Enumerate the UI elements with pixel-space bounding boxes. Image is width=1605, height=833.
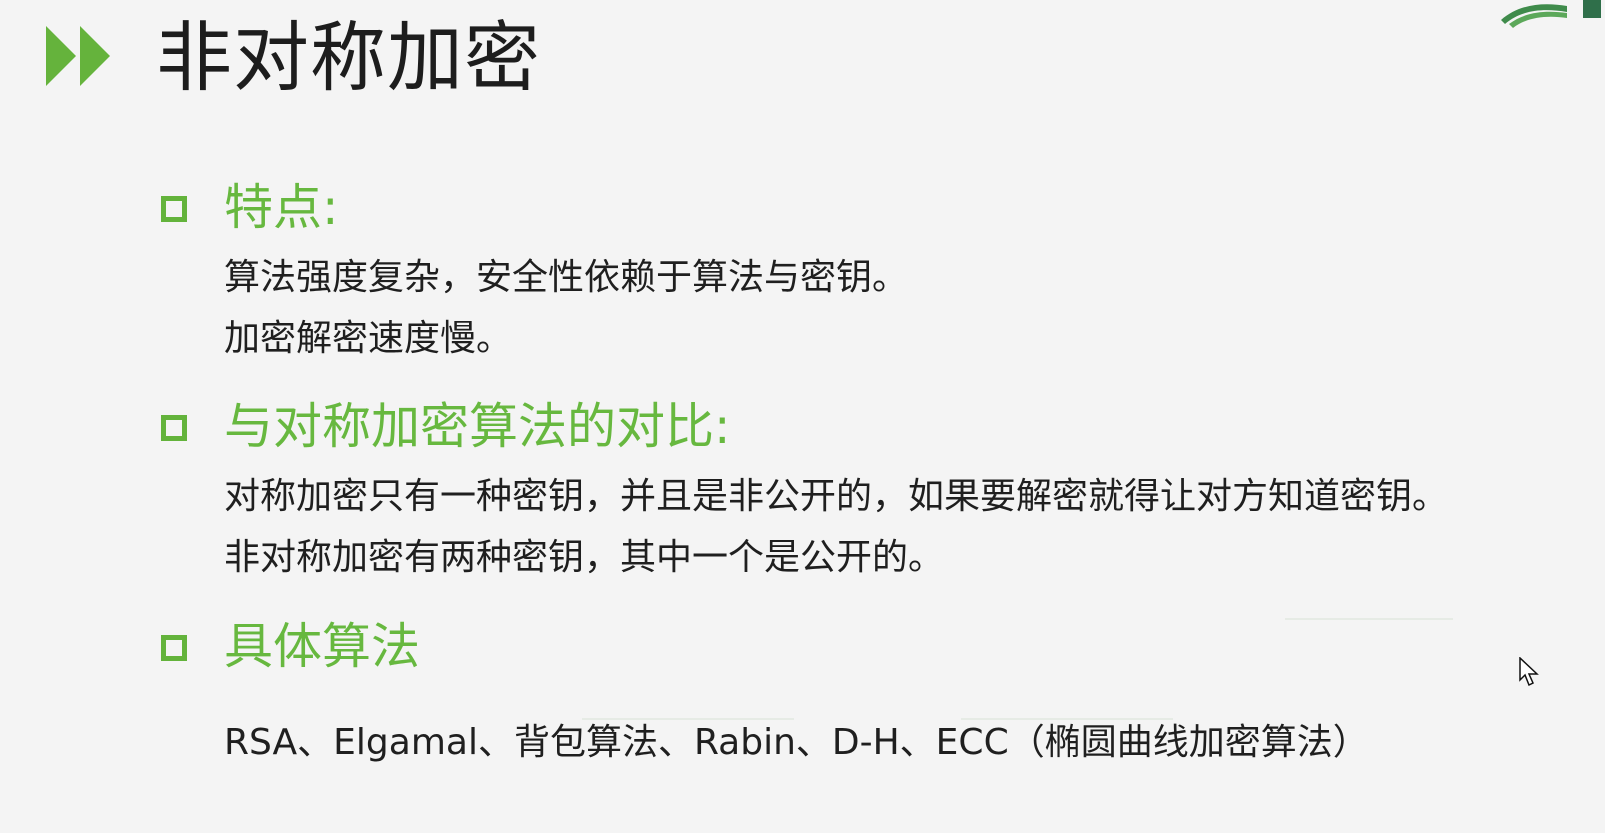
section-line: RSA、Elgamal、背包算法、Rabin、D-H、ECC（椭圆曲线加密算法） [224, 722, 1369, 763]
hollow-square-icon [161, 415, 187, 441]
section-heading: 特点: [224, 179, 339, 236]
hollow-square-icon [161, 196, 187, 222]
section-line: 非对称加密有两种密钥，其中一个是公开的。 [224, 537, 945, 578]
mouse-pointer-icon [1519, 657, 1539, 687]
section-heading: 与对称加密算法的对比: [224, 398, 731, 455]
section-line: 对称加密只有一种密钥，并且是非公开的，如果要解密就得让对方知道密钥。 [224, 476, 1449, 517]
section-line: 加密解密速度慢。 [224, 318, 513, 359]
slide-title: 非对称加密 [156, 13, 541, 102]
hollow-square-icon [161, 635, 187, 661]
double-triangle-icon [46, 26, 110, 86]
decorative-line [582, 718, 794, 720]
decorative-line [961, 718, 1173, 720]
section-heading: 具体算法 [224, 618, 421, 675]
slide: 非对称加密 特点: 算法强度复杂，安全性依赖于算法与密钥。 加密解密速度慢。 与… [0, 0, 1605, 833]
logo-fragment-icon [1501, 0, 1601, 28]
section-line: 算法强度复杂，安全性依赖于算法与密钥。 [224, 257, 909, 298]
decorative-line [1285, 618, 1453, 620]
